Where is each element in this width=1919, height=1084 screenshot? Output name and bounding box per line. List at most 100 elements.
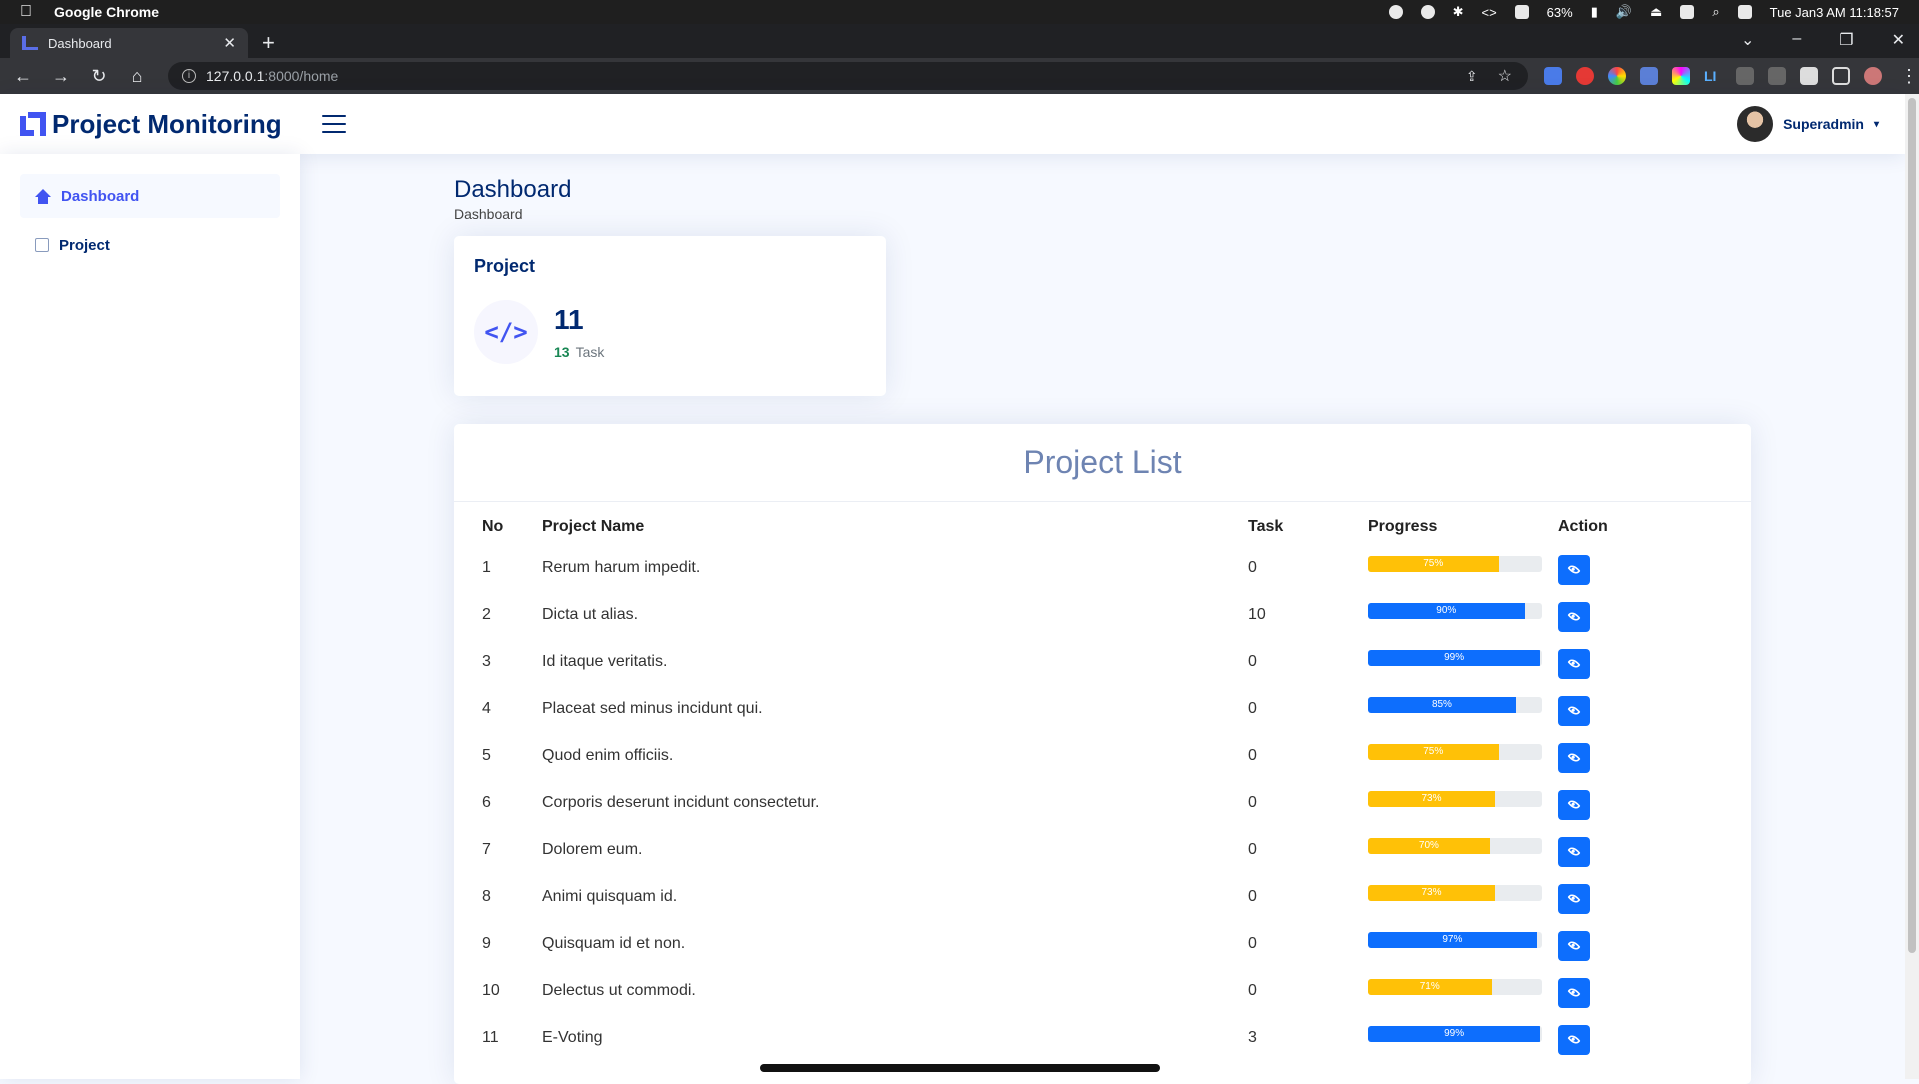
sidebar-item-label: Project <box>59 236 110 254</box>
brand-name: Project Monitoring <box>52 108 282 139</box>
table-row: 11 E-Voting 3 99% <box>454 1014 1751 1061</box>
task-count: 0 <box>1248 887 1257 905</box>
task-count: 13 <box>554 344 570 360</box>
task-label: Task <box>575 344 605 360</box>
action-cell <box>1558 732 1751 779</box>
action-cell <box>1558 873 1751 920</box>
screenshot-extension-icon[interactable] <box>1640 67 1658 85</box>
project-table: No Project Name Task Progress Action 1 Re… <box>454 510 1751 1061</box>
eject-icon[interactable]: ⏏ <box>1650 4 1662 20</box>
spotlight-search-icon[interactable]: ⌕ <box>1712 4 1719 20</box>
scrollbar-thumb[interactable] <box>1908 98 1916 953</box>
view-project-button[interactable] <box>1558 1024 1590 1055</box>
close-window-icon[interactable]: ✕ <box>1892 30 1905 50</box>
control-center-icon[interactable] <box>1737 5 1752 19</box>
browser-tab[interactable]: Dashboard ✕ <box>10 28 248 58</box>
restore-icon[interactable]: ❐ <box>1839 30 1853 50</box>
view-project-button[interactable] <box>1558 883 1590 914</box>
address-bar[interactable]: i 127.0.0.1 :8000/home ⇪ ☆ <box>168 62 1528 90</box>
chrome-menu-icon[interactable]: ⋮ <box>1900 66 1918 87</box>
logo-icon <box>20 112 46 136</box>
forward-icon[interactable]: → <box>46 66 76 87</box>
site-info-icon[interactable]: i <box>182 69 196 83</box>
brand-logo[interactable]: Project Monitoring <box>20 109 282 140</box>
back-icon[interactable]: ← <box>8 66 38 87</box>
tab-search-icon[interactable]: ⌄ <box>1741 30 1754 50</box>
bluetooth-icon[interactable]: ✱ <box>1453 4 1464 20</box>
minimize-icon[interactable]: – <box>1792 30 1801 50</box>
table-row: 10 Delectus ut commodi. 0 71% <box>454 967 1751 1014</box>
status-app-icon[interactable] <box>1420 5 1435 19</box>
view-project-button[interactable] <box>1558 648 1590 679</box>
share-icon[interactable]: ⇪ <box>1466 68 1478 85</box>
battery-percent: 63% <box>1546 4 1573 20</box>
adblock-extension-icon[interactable] <box>1576 67 1594 85</box>
progress-bar: 90% <box>1368 602 1542 619</box>
close-tab-icon[interactable]: ✕ <box>223 34 236 52</box>
bookmark-star-icon[interactable]: ☆ <box>1498 66 1512 86</box>
project-list-card: Project List No Project Name Task Progre… <box>454 424 1751 1084</box>
view-project-button[interactable] <box>1558 789 1590 820</box>
table-row: 9 Quisquam id et non. 0 97% <box>454 920 1751 967</box>
action-cell <box>1558 967 1751 1014</box>
project-name: Quod enim officiis. <box>542 746 674 764</box>
home-indicator <box>760 1064 1160 1072</box>
status-app-icon[interactable] <box>1388 5 1403 19</box>
translate-extension-icon[interactable] <box>1544 67 1562 85</box>
page-scrollbar[interactable] <box>1905 94 1919 1079</box>
progress-fill: 70% <box>1368 837 1490 854</box>
file-code-icon <box>35 238 49 252</box>
recycle-extension-icon[interactable] <box>1768 67 1786 85</box>
apple-icon[interactable]:  <box>20 3 32 21</box>
progress-bar: 75% <box>1368 555 1542 572</box>
progress-fill: 71% <box>1368 978 1492 995</box>
row-number: 1 <box>482 558 491 576</box>
project-name: Corporis deserunt incidunt consectetur. <box>542 793 820 811</box>
breadcrumb-item[interactable]: Dashboard <box>454 206 523 222</box>
home-icon[interactable]: ⌂ <box>122 66 152 87</box>
macos-menu-bar:  Google Chrome ✱ <> 63% ▮ 🔊 ⏏ ⌕ Tue Jan… <box>0 0 1919 24</box>
project-name: Dolorem eum. <box>542 840 643 858</box>
puzzle-extensions-icon[interactable] <box>1800 67 1818 85</box>
battery-icon[interactable]: ▮ <box>1591 4 1598 20</box>
browser-toolbar: ← → ↻ ⌂ i 127.0.0.1 :8000/home ⇪ ☆ LI ⋮ <box>0 58 1919 94</box>
task-count: 0 <box>1248 652 1257 670</box>
sidebar-item-project[interactable]: Project <box>20 223 280 267</box>
action-cell <box>1558 638 1751 685</box>
sidebar-item-dashboard[interactable]: Dashboard <box>20 174 280 218</box>
code-status-icon[interactable]: <> <box>1481 5 1496 20</box>
view-project-button[interactable] <box>1558 601 1590 632</box>
new-tab-button[interactable]: + <box>262 30 275 56</box>
project-name: Animi quisquam id. <box>542 887 678 905</box>
status-app-icon[interactable] <box>1680 5 1695 19</box>
menu-clock[interactable]: Tue Jan3 AM 11:18:57 <box>1770 5 1899 20</box>
view-project-button[interactable] <box>1558 554 1590 585</box>
view-project-button[interactable] <box>1558 836 1590 867</box>
profile-avatar-icon[interactable] <box>1864 67 1882 85</box>
view-project-button[interactable] <box>1558 742 1590 773</box>
linkedin-extension-icon[interactable]: LI <box>1704 67 1722 85</box>
progress-cell: 90% <box>1368 591 1558 638</box>
volume-icon[interactable]: 🔊 <box>1616 4 1632 20</box>
user-name: Superadmin <box>1783 116 1864 132</box>
view-project-button[interactable] <box>1558 930 1590 961</box>
reload-icon[interactable]: ↻ <box>84 66 114 87</box>
view-project-button[interactable] <box>1558 977 1590 1008</box>
profile-dropdown[interactable]: Superadmin ▾ <box>1737 106 1879 142</box>
project-name: Delectus ut commodi. <box>542 981 696 999</box>
display-icon[interactable] <box>1514 5 1529 19</box>
view-project-button[interactable] <box>1558 695 1590 726</box>
side-panel-icon[interactable] <box>1832 67 1850 85</box>
table-row: 2 Dicta ut alias. 10 90% <box>454 591 1751 638</box>
toggle-sidebar-icon[interactable] <box>321 115 346 133</box>
active-app-name[interactable]: Google Chrome <box>54 4 159 20</box>
sidebar-item-label: Dashboard <box>61 187 140 205</box>
color-extension-icon[interactable] <box>1608 67 1626 85</box>
palette-extension-icon[interactable] <box>1672 67 1690 85</box>
task-count: 0 <box>1248 746 1257 764</box>
table-row: 3 Id itaque veritatis. 0 99% <box>454 638 1751 685</box>
column-header-progress: Progress <box>1368 518 1438 535</box>
progress-cell: 75% <box>1368 732 1558 779</box>
eye-icon <box>1567 844 1581 859</box>
disabled-extension-icon[interactable] <box>1736 67 1754 85</box>
